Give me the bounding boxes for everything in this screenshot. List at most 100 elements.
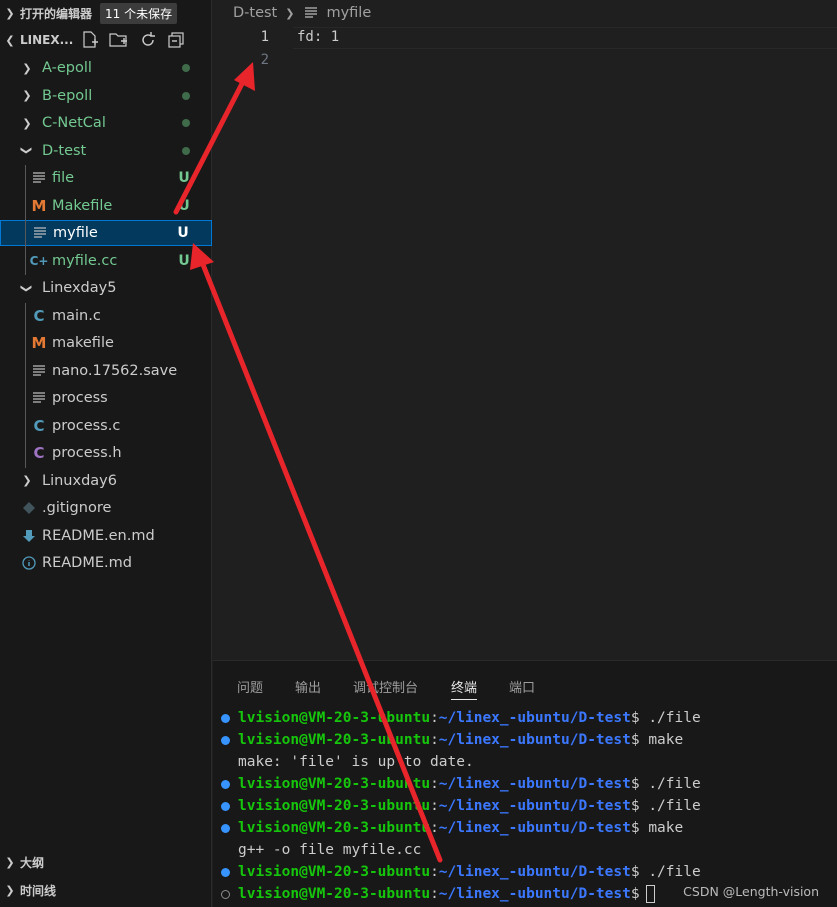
prompt-separator: : bbox=[430, 798, 439, 814]
tree-item-myfile[interactable]: myfile U bbox=[0, 220, 212, 246]
tree-item-label: process bbox=[52, 390, 108, 406]
terminal-line: lvision@VM-20-3-ubuntu: ~/linex_-ubuntu/D… bbox=[221, 707, 701, 729]
new-folder-icon[interactable] bbox=[109, 31, 129, 49]
prompt-path: ~/linex_-ubuntu/D-test bbox=[438, 710, 631, 726]
prompt-user: lvision@VM-20-3-ubuntu bbox=[238, 776, 431, 792]
editor[interactable]: 1 fd: 1 2 bbox=[213, 26, 837, 660]
command-decoration-icon[interactable] bbox=[221, 889, 230, 899]
open-editors-header[interactable]: ❯ 打开的编辑器 11 个未保存 bbox=[0, 0, 212, 26]
terminal-output: g++ -o file myfile.cc bbox=[238, 842, 422, 858]
chevron-down-icon: ❮ bbox=[5, 33, 15, 47]
c-file-icon: C bbox=[33, 416, 45, 435]
tree-item-b-epoll[interactable]: ❯ B-epoll bbox=[0, 83, 212, 109]
tree-item-myfile-cc[interactable]: C+ myfile.cc U bbox=[0, 248, 212, 274]
tree-item-makefile[interactable]: M Makefile U bbox=[0, 193, 212, 219]
prompt-separator: : bbox=[430, 886, 439, 902]
open-editors-title: 打开的编辑器 bbox=[20, 6, 93, 21]
breadcrumb: D-test ❯ myfile bbox=[213, 0, 837, 26]
terminal-command: $ ./file bbox=[630, 864, 701, 880]
tree-item-makefile[interactable]: Mmakefile bbox=[0, 330, 212, 356]
workspace-title: LINEX... bbox=[20, 33, 74, 47]
tree-item-label: D-test bbox=[42, 142, 87, 159]
line-number: 1 bbox=[260, 29, 269, 45]
chevron-right-icon: ❯ bbox=[22, 89, 32, 102]
prompt-path: ~/linex_-ubuntu/D-test bbox=[438, 886, 631, 902]
tree-item-readme-en-md[interactable]: README.en.md bbox=[0, 523, 212, 549]
panel-tab-0[interactable]: 问题 bbox=[237, 677, 263, 696]
terminal-line: make: 'file' is up to date. bbox=[221, 751, 474, 773]
download-icon bbox=[20, 528, 38, 544]
terminal-line: lvision@VM-20-3-ubuntu: ~/linex_-ubuntu/D… bbox=[221, 795, 701, 817]
tree-item-readme-md[interactable]: README.md bbox=[0, 550, 212, 576]
tree-item-process-h[interactable]: Cprocess.h bbox=[0, 440, 212, 466]
tree-item-linexday5[interactable]: ❯ Linexday5 bbox=[0, 275, 212, 301]
prompt-path: ~/linex_-ubuntu/D-test bbox=[438, 732, 631, 748]
cpp-file-icon: C+ bbox=[29, 253, 49, 268]
indent-guide bbox=[25, 165, 26, 275]
panel-tab-2[interactable]: 调试控制台 bbox=[353, 677, 418, 696]
command-decoration-icon[interactable] bbox=[221, 779, 230, 789]
tree-item-label: myfile.cc bbox=[52, 252, 118, 269]
terminal-line: g++ -o file myfile.cc bbox=[221, 839, 421, 861]
terminal-command: $ ./file bbox=[630, 710, 701, 726]
git-modified-dot-icon bbox=[182, 64, 190, 72]
tree-item-label: nano.17562.save bbox=[52, 362, 178, 379]
prompt-path: ~/linex_-ubuntu/D-test bbox=[438, 798, 631, 814]
outline-header[interactable]: ❯ 大纲 bbox=[0, 849, 212, 875]
timeline-title: 时间线 bbox=[20, 883, 57, 898]
panel-tab-4[interactable]: 端口 bbox=[509, 677, 535, 696]
tree-item-a-epoll[interactable]: ❯ A-epoll bbox=[0, 55, 212, 81]
breadcrumb-folder[interactable]: D-test bbox=[233, 5, 277, 21]
prompt-user: lvision@VM-20-3-ubuntu bbox=[238, 820, 431, 836]
prompt-user: lvision@VM-20-3-ubuntu bbox=[238, 710, 431, 726]
terminal-output: make: 'file' is up to date. bbox=[238, 754, 474, 770]
info-icon bbox=[20, 555, 38, 571]
tree-item-process[interactable]: process bbox=[0, 385, 212, 411]
text-file-icon bbox=[305, 7, 318, 18]
git-modified-dot-icon bbox=[182, 146, 190, 155]
git-icon bbox=[20, 500, 38, 516]
command-decoration-icon[interactable] bbox=[221, 735, 230, 745]
prompt-path: ~/linex_-ubuntu/D-test bbox=[438, 864, 631, 880]
collapse-all-icon[interactable] bbox=[167, 31, 185, 49]
command-decoration-icon[interactable] bbox=[221, 713, 230, 723]
tree-item-linuxday6[interactable]: ❯ Linuxday6 bbox=[0, 468, 212, 494]
terminal-line: lvision@VM-20-3-ubuntu: ~/linex_-ubuntu/D… bbox=[221, 729, 683, 751]
chevron-down-icon: ❯ bbox=[20, 145, 34, 156]
tree-item-d-test[interactable]: ❯ D-test bbox=[0, 138, 212, 164]
prompt-separator: : bbox=[430, 864, 439, 880]
new-file-icon[interactable] bbox=[81, 31, 99, 49]
prompt-path: ~/linex_-ubuntu/D-test bbox=[438, 820, 631, 836]
workspace-header[interactable]: ❮ LINEX... bbox=[0, 27, 212, 53]
panel-tab-1[interactable]: 输出 bbox=[295, 677, 321, 696]
command-decoration-icon[interactable] bbox=[221, 823, 230, 833]
chevron-right-icon: ❯ bbox=[5, 855, 15, 869]
tree-item-label: makefile bbox=[52, 335, 114, 351]
prompt-user: lvision@VM-20-3-ubuntu bbox=[238, 798, 431, 814]
git-status-badge: U bbox=[178, 252, 190, 269]
tree-item-label: myfile bbox=[53, 225, 98, 241]
tree-item-label: main.c bbox=[52, 307, 101, 324]
tree-item-label: file bbox=[52, 170, 75, 186]
code-line[interactable]: fd: 1 bbox=[297, 29, 339, 45]
watermark: CSDN @Length-vision bbox=[683, 884, 819, 899]
refresh-icon[interactable] bbox=[139, 31, 157, 49]
chevron-right-icon: ❯ bbox=[5, 883, 15, 897]
breadcrumb-file[interactable]: myfile bbox=[326, 5, 371, 21]
command-decoration-icon[interactable] bbox=[221, 801, 230, 811]
panel-tab-3[interactable]: 终端 bbox=[451, 677, 478, 700]
tree-item-file[interactable]: file U bbox=[0, 165, 212, 191]
tree-item-c-netcal[interactable]: ❯ C-NetCal bbox=[0, 110, 212, 136]
terminal-line: lvision@VM-20-3-ubuntu: ~/linex_-ubuntu/D… bbox=[221, 773, 701, 795]
tree-item-nano-17562-save[interactable]: nano.17562.save bbox=[0, 358, 212, 384]
chevron-right-icon: ❯ bbox=[22, 474, 32, 487]
tree-item-process-c[interactable]: Cprocess.c bbox=[0, 413, 212, 439]
command-decoration-icon[interactable] bbox=[221, 867, 230, 877]
current-line-highlight bbox=[293, 27, 837, 49]
tree-item-main-c[interactable]: Cmain.c bbox=[0, 303, 212, 329]
prompt-user: lvision@VM-20-3-ubuntu bbox=[238, 886, 431, 902]
timeline-header[interactable]: ❯ 时间线 bbox=[0, 877, 212, 903]
tree-item-label: process.c bbox=[52, 417, 121, 434]
tree-item-gitignore[interactable]: .gitignore bbox=[0, 495, 212, 521]
text-file-icon bbox=[30, 363, 48, 379]
